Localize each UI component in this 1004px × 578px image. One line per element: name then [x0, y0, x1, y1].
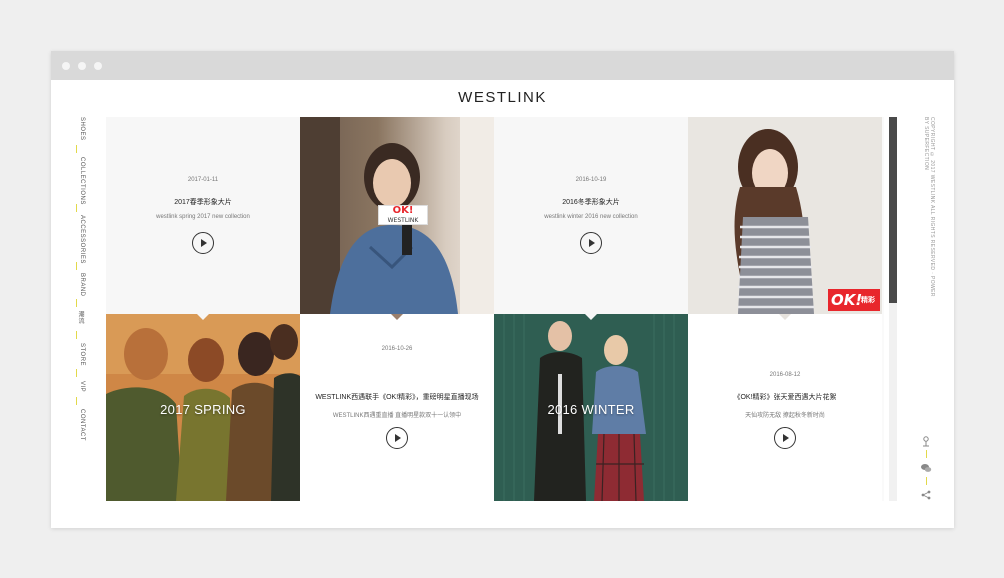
video-card-ok-behind-scenes[interactable]: 2016-08-12 《OK!精彩》张天爱西遇大片花絮 天仙攻防无敌 撩起秋冬新…: [688, 314, 882, 501]
striped-top: [738, 217, 814, 314]
nav-store[interactable]: STORE: [69, 343, 85, 366]
magazine-ok: OK!: [831, 291, 863, 309]
site-logo[interactable]: WESTLINK: [51, 89, 954, 106]
magazine-logo: OK! 精彩: [828, 289, 880, 311]
window-dot-maximize[interactable]: [94, 62, 102, 70]
mic-badge-brand: WESTLINK: [387, 217, 419, 224]
nav-brand[interactable]: BRAND: [69, 273, 85, 297]
card-subtitle: WESTLINK西遇重直播 直播明星款双十一认领中: [332, 413, 462, 419]
card-title[interactable]: 《OK!精彩》张天爱西遇大片花絮: [688, 392, 882, 402]
social-divider: [926, 477, 927, 485]
nav-divider: [76, 262, 77, 270]
nav-contact[interactable]: CONTACT: [69, 409, 85, 441]
video-card-ok-live[interactable]: 2016-10-26 WESTLINK西遇联手《OK!精彩》，重磅明星直播现场 …: [300, 314, 494, 501]
nav-divider: [76, 397, 77, 405]
tile-notch: [585, 314, 597, 320]
nav-divider: [76, 331, 77, 339]
nav-shoes[interactable]: SHOES: [69, 117, 85, 141]
card-date: 2016-10-19: [575, 177, 607, 183]
photo-winter-2016[interactable]: 2016 WINTER: [494, 314, 688, 501]
vertical-scrollbar[interactable]: [889, 117, 897, 501]
copyright-text: COPYRIGHT © 2017 WESTLINK ALL RIGHTS RES…: [923, 117, 935, 297]
card-title[interactable]: WESTLINK西遇联手《OK!精彩》，重磅明星直播现场: [300, 392, 494, 402]
nav-vip[interactable]: VIP: [69, 381, 85, 392]
tile-notch: [391, 314, 403, 320]
play-icon[interactable]: [774, 427, 796, 449]
browser-window: WESTLINK SHOES COLLECTIONS ACCESSORIES B…: [51, 51, 954, 528]
photo-interview[interactable]: OK! WESTLINK: [300, 117, 494, 314]
nav-divider: [76, 145, 77, 153]
photo-magazine-illustration: [688, 117, 882, 314]
video-grid: 2017-01-11 2017春季形象大片 westlink spring 20…: [106, 117, 884, 501]
nav-divider: [76, 299, 77, 307]
tile-notch: [779, 314, 791, 320]
tile-notch: [197, 314, 209, 320]
card-title[interactable]: 2016冬季形象大片: [494, 197, 688, 207]
play-icon[interactable]: [386, 427, 408, 449]
nav-divider: [76, 204, 77, 212]
nav-accessories[interactable]: ACCESSORIES: [69, 215, 85, 264]
play-icon[interactable]: [192, 232, 214, 254]
wechat-icon[interactable]: [920, 462, 932, 474]
video-card-winter-2016[interactable]: 2016-10-19 2016冬季形象大片 westlink winter 20…: [494, 117, 688, 314]
nav-divider: [76, 369, 77, 377]
scrollbar-thumb[interactable]: [889, 117, 897, 303]
browser-titlebar: [51, 51, 954, 80]
photo-label: 2017 SPRING: [160, 402, 246, 417]
social-divider: [926, 450, 927, 458]
nav-trend[interactable]: 潮流: [69, 311, 85, 324]
card-date: 2017-01-11: [187, 177, 219, 183]
window-dot-minimize[interactable]: [78, 62, 86, 70]
mic-badge-ok: OK!: [392, 205, 414, 216]
window-dot-close[interactable]: [62, 62, 70, 70]
card-title[interactable]: 2017春季形象大片: [106, 197, 300, 207]
weibo-icon[interactable]: [920, 435, 932, 447]
photo-spring-2017[interactable]: 2017 SPRING: [106, 314, 300, 501]
card-subtitle: westlink spring 2017 new collection: [156, 214, 250, 220]
mic-badge: OK! WESTLINK: [378, 205, 428, 225]
card-subtitle: westlink winter 2016 new collection: [544, 214, 638, 220]
card-subtitle: 天仙攻防无敌 撩起秋冬新时尚: [745, 413, 825, 419]
card-date: 2016-10-26: [381, 346, 413, 352]
card-date: 2016-08-12: [769, 372, 801, 378]
video-card-spring-2017[interactable]: 2017-01-11 2017春季形象大片 westlink spring 20…: [106, 117, 300, 314]
photo-magazine-shoot[interactable]: OK! 精彩: [688, 117, 882, 314]
photo-label: 2016 WINTER: [547, 402, 635, 417]
nav-collections[interactable]: COLLECTIONS: [69, 157, 85, 205]
share-icon[interactable]: [920, 489, 932, 501]
magazine-cn: 精彩: [861, 296, 875, 304]
play-icon[interactable]: [580, 232, 602, 254]
side-navigation: SHOES COLLECTIONS ACCESSORIES BRAND 潮流 S…: [69, 117, 85, 441]
